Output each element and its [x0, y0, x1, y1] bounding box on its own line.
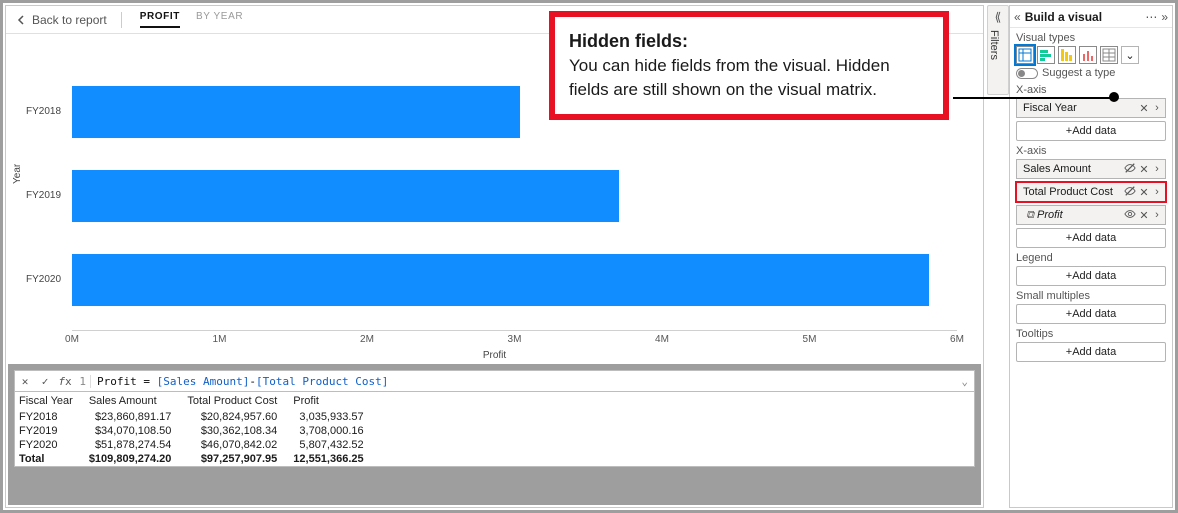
build-visual-pane: « Build a visual ⋯ » Visual types ⌄ Sugg…	[1009, 5, 1173, 508]
xaxis2-well-label: X-axis	[1010, 143, 1172, 157]
formula-line-number: 1	[75, 375, 91, 388]
visual-type-picker: ⌄	[1010, 46, 1172, 64]
visual-type-matrix-icon[interactable]	[1100, 46, 1118, 64]
field-menu-icon[interactable]: ›	[1151, 186, 1163, 198]
pane-more-icon[interactable]: ⋯	[1145, 10, 1157, 24]
x-axis-line	[72, 330, 957, 331]
field-menu-icon[interactable]: ›	[1151, 163, 1163, 175]
add-data-xaxis[interactable]: +Add data	[1016, 121, 1166, 141]
remove-field-icon[interactable]: ✕	[1137, 102, 1151, 115]
xaxis-well: Fiscal Year ✕ › +Add data	[1016, 98, 1166, 141]
back-to-report-button[interactable]: Back to report	[16, 13, 107, 27]
field-total-product-cost[interactable]: Total Product Cost ✕ ›	[1016, 182, 1166, 202]
measure-icon: ⧉	[1023, 209, 1037, 222]
legend-well-label: Legend	[1010, 250, 1172, 264]
visual-type-more-icon[interactable]: ⌄	[1121, 46, 1139, 64]
x-tick-label: 2M	[360, 334, 374, 345]
field-fiscal-year[interactable]: Fiscal Year ✕ ›	[1016, 98, 1166, 118]
field-menu-icon[interactable]: ›	[1151, 209, 1163, 221]
field-menu-icon[interactable]: ›	[1151, 102, 1163, 114]
annotation-callout: Hidden fields: You can hide fields from …	[549, 11, 949, 120]
callout-body: You can hide fields from the visual. Hid…	[569, 56, 890, 99]
field-profit[interactable]: ⧉ Profit ✕ ›	[1016, 205, 1166, 225]
xaxis2-well: Sales Amount ✕ › Total Product Cost ✕ › …	[1016, 159, 1166, 248]
y-tick-label: FY2019	[26, 190, 70, 201]
xaxis-well-label: X-axis	[1010, 82, 1172, 96]
back-label: Back to report	[32, 13, 107, 27]
formula-expand-icon[interactable]: ⌄	[961, 375, 968, 388]
visual-type-column-icon[interactable]	[1079, 46, 1097, 64]
suggest-type-toggle[interactable]: Suggest a type	[1010, 64, 1172, 82]
y-tick-label: FY2018	[26, 106, 70, 117]
collapse-pane-icon[interactable]: «	[1014, 10, 1021, 24]
remove-field-icon[interactable]: ✕	[1137, 209, 1151, 222]
callout-title: Hidden fields:	[569, 31, 688, 51]
x-tick-label: 5M	[803, 334, 817, 345]
table-row[interactable]: FY2018$23,860,891.17$20,824,957.603,035,…	[15, 410, 376, 424]
add-data-small-multiples[interactable]: +Add data	[1016, 304, 1166, 324]
tab-by-year[interactable]: BY YEAR	[196, 11, 243, 28]
toggle-off-icon[interactable]	[1016, 68, 1038, 79]
table-total-row: Total$109,809,274.20$97,257,907.9512,551…	[15, 452, 376, 466]
add-data-xaxis2[interactable]: +Add data	[1016, 228, 1166, 248]
y-tick-label: FY2020	[26, 274, 70, 285]
x-tick-label: 0M	[65, 334, 79, 345]
remove-field-icon[interactable]: ✕	[1137, 186, 1151, 199]
column-header[interactable]: Profit	[289, 392, 375, 410]
annotation-arrow-head	[1109, 92, 1119, 102]
bar[interactable]	[72, 170, 619, 222]
bar[interactable]	[72, 254, 929, 306]
visible-field-icon[interactable]	[1123, 208, 1137, 223]
chart-tabs: PROFIT BY YEAR	[140, 11, 243, 28]
fx-icon[interactable]: fx	[55, 375, 75, 388]
formula-commit-icon[interactable]: ✓	[35, 375, 55, 388]
x-tick-label: 3M	[508, 334, 522, 345]
hidden-field-icon[interactable]	[1123, 162, 1137, 177]
tab-profit[interactable]: PROFIT	[140, 11, 180, 28]
visual-type-clustered-bar-icon[interactable]	[1058, 46, 1076, 64]
hidden-field-icon[interactable]	[1123, 185, 1137, 200]
divider	[121, 12, 122, 28]
column-header[interactable]: Fiscal Year	[15, 392, 85, 410]
filters-pane-collapsed[interactable]: ⟪ Filters	[987, 5, 1009, 95]
x-axis-title: Profit	[6, 350, 983, 361]
visual-type-stacked-bar-icon[interactable]	[1037, 46, 1055, 64]
add-data-legend[interactable]: +Add data	[1016, 266, 1166, 286]
column-header[interactable]: Total Product Cost	[183, 392, 289, 410]
data-table: Fiscal YearSales AmountTotal Product Cos…	[14, 391, 975, 467]
data-table-zone: ✕ ✓ fx 1 Profit = [Sales Amount]-[Total …	[8, 364, 981, 505]
table-row[interactable]: FY2020$51,878,274.54$46,070,842.025,807,…	[15, 438, 376, 452]
x-tick-label: 1M	[213, 334, 227, 345]
filters-icon: ⟪	[988, 10, 1008, 24]
suggest-label: Suggest a type	[1042, 67, 1115, 79]
pane-title: Build a visual	[1025, 10, 1142, 24]
visual-type-table-icon[interactable]	[1016, 46, 1034, 64]
tooltips-well-label: Tooltips	[1010, 326, 1172, 340]
bar[interactable]	[72, 86, 520, 138]
expand-pane-icon[interactable]: »	[1161, 10, 1168, 24]
y-axis-title: Year	[12, 164, 23, 184]
filters-label: Filters	[988, 30, 1000, 60]
remove-field-icon[interactable]: ✕	[1137, 163, 1151, 176]
formula-bar[interactable]: ✕ ✓ fx 1 Profit = [Sales Amount]-[Total …	[14, 370, 975, 392]
chevron-left-icon	[16, 15, 26, 25]
column-header[interactable]: Sales Amount	[85, 392, 184, 410]
x-tick-label: 6M	[950, 334, 964, 345]
x-tick-label: 4M	[655, 334, 669, 345]
annotation-arrow	[953, 97, 1113, 99]
field-sales-amount[interactable]: Sales Amount ✕ ›	[1016, 159, 1166, 179]
formula-cancel-icon[interactable]: ✕	[15, 375, 35, 388]
add-data-tooltips[interactable]: +Add data	[1016, 342, 1166, 362]
pane-header: « Build a visual ⋯ »	[1010, 6, 1172, 28]
visual-types-label: Visual types	[1010, 28, 1172, 46]
small-multiples-well-label: Small multiples	[1010, 288, 1172, 302]
table-row[interactable]: FY2019$34,070,108.50$30,362,108.343,708,…	[15, 424, 376, 438]
formula-text[interactable]: Profit = [Sales Amount]-[Total Product C…	[91, 375, 388, 388]
